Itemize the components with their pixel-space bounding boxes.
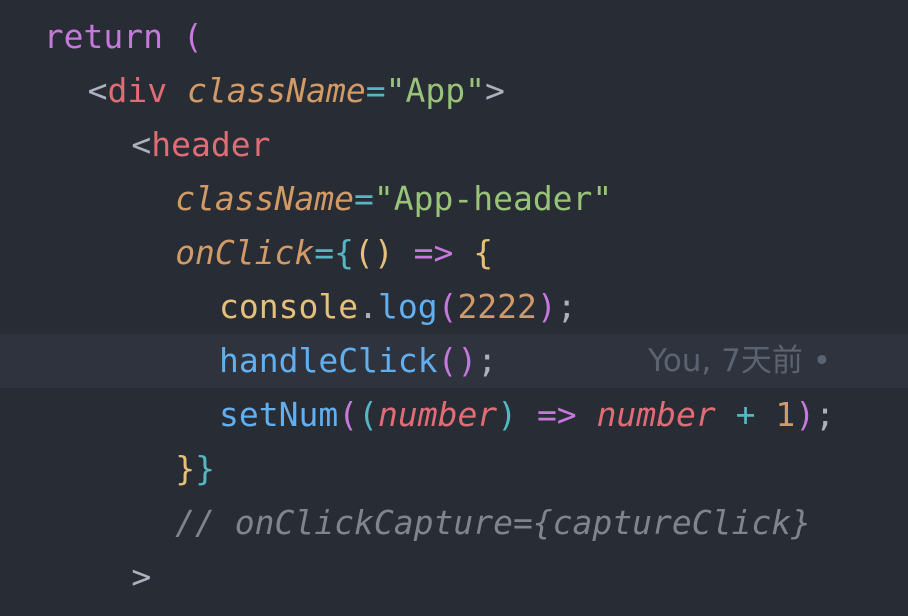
code-line-current[interactable]: handleClick(); You, 7天前 • xyxy=(0,334,908,388)
code-token: > xyxy=(131,557,152,596)
code-token: = xyxy=(354,179,374,218)
code-line-content: console.log(2222); xyxy=(219,280,577,334)
code-token: } xyxy=(195,449,215,488)
code-token: ( xyxy=(358,395,378,434)
code-token: setNum xyxy=(219,395,339,434)
code-token: ; xyxy=(815,395,836,434)
code-line[interactable]: > xyxy=(0,550,908,604)
code-token: { xyxy=(334,233,355,272)
code-token: ( xyxy=(338,395,359,434)
code-line-content: }} xyxy=(175,442,215,496)
code-token: = xyxy=(314,233,335,272)
code-token: ) xyxy=(536,287,557,326)
code-token: ( xyxy=(354,233,374,272)
code-line-content: onClick={() => { xyxy=(175,226,493,280)
code-line[interactable]: setNum((number) => number + 1); xyxy=(0,388,908,442)
code-token: className xyxy=(175,179,354,218)
code-token: } xyxy=(175,449,196,488)
code-token: console xyxy=(219,287,359,326)
code-line[interactable]: className="App-header" xyxy=(0,172,908,226)
code-line-content: // onClickCapture={captureClick} xyxy=(175,496,811,550)
code-token: 1 xyxy=(775,395,796,434)
code-token: ) xyxy=(497,395,518,434)
code-token: "App" xyxy=(385,71,485,110)
code-line-content: <header xyxy=(131,118,270,172)
code-token: . xyxy=(358,287,378,326)
code-token: ; xyxy=(556,287,577,326)
code-token: => xyxy=(413,233,454,272)
code-token: className xyxy=(186,71,366,110)
code-token: ) xyxy=(795,395,816,434)
code-token: < xyxy=(87,71,108,110)
code-token: ) xyxy=(373,233,394,272)
code-token: + xyxy=(735,395,756,434)
code-token: div xyxy=(107,71,168,110)
code-editor[interactable]: return (<div className="App"> <header clas… xyxy=(0,0,908,616)
code-token: = xyxy=(365,71,386,110)
code-token: 2222 xyxy=(457,287,537,326)
code-line[interactable]: }} xyxy=(0,442,908,496)
git-blame-annotation: You, 7天前 • xyxy=(648,343,832,379)
code-token: number xyxy=(377,395,498,434)
code-line[interactable]: <header xyxy=(0,118,908,172)
code-line-content: className="App-header" xyxy=(175,172,612,226)
code-line[interactable]: onClick={() => { xyxy=(0,226,908,280)
code-line[interactable]: console.log(2222); xyxy=(0,280,908,334)
code-line-content: return ( xyxy=(44,10,203,64)
code-token: return xyxy=(43,17,164,56)
code-token: ; xyxy=(477,341,498,380)
code-token: onClick xyxy=(175,233,315,272)
code-line[interactable]: return ( xyxy=(0,10,908,64)
code-token: number xyxy=(596,395,716,434)
code-line-content: setNum((number) => number + 1); xyxy=(219,388,835,442)
code-token: { xyxy=(473,233,494,272)
code-token: > xyxy=(484,71,505,110)
code-line-content: > xyxy=(131,550,151,604)
code-token: ( xyxy=(437,341,458,380)
code-line-content: handleClick(); xyxy=(219,334,497,388)
code-token: "App-header" xyxy=(373,179,613,218)
code-token: // onClickCapture={captureClick} xyxy=(175,503,811,542)
code-line-content: <div className="App"> xyxy=(88,64,505,118)
code-token: ( xyxy=(182,17,203,56)
code-token: header xyxy=(151,125,271,164)
code-token: ) xyxy=(457,341,478,380)
code-token: => xyxy=(536,395,577,434)
code-token: < xyxy=(131,125,152,164)
code-line[interactable]: <div className="App"> xyxy=(0,64,908,118)
code-token: ( xyxy=(437,287,458,326)
code-line[interactable]: // onClickCapture={captureClick} xyxy=(0,496,908,550)
code-token: handleClick xyxy=(219,341,438,380)
code-token: log xyxy=(377,287,438,326)
